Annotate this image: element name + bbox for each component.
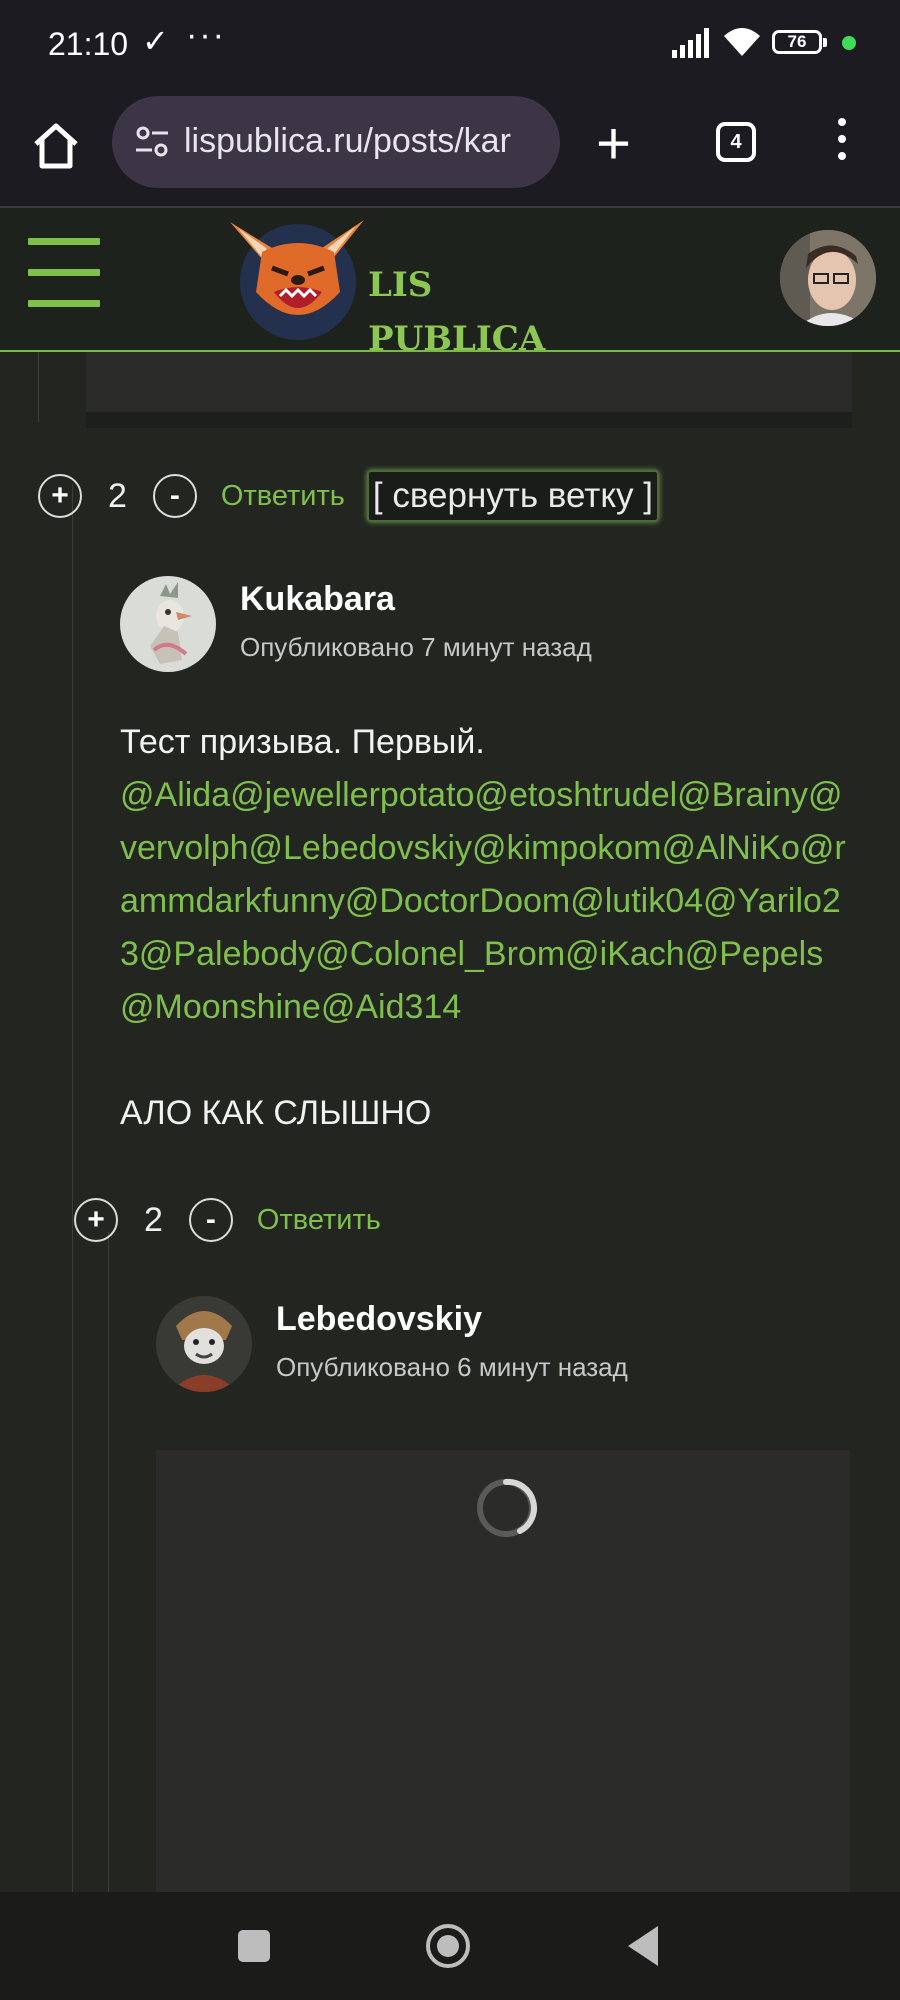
- system-nav-bar: [0, 1892, 900, 2000]
- published-time: Опубликовано 7 минут назад: [240, 632, 592, 662]
- reply-link[interactable]: Ответить: [221, 480, 345, 513]
- url-text[interactable]: lispublica.ru/posts/kar: [184, 122, 511, 161]
- vote-count: 2: [108, 476, 127, 515]
- clock: 21:10: [48, 26, 129, 62]
- new-tab-button[interactable]: +: [596, 114, 631, 174]
- lebedovskiy-avatar-icon: [156, 1296, 252, 1392]
- user-photo-icon: [780, 230, 876, 326]
- thread-line: [72, 484, 73, 1892]
- avatar[interactable]: [120, 576, 216, 672]
- loading-spinner-icon: [477, 1478, 538, 1537]
- privacy-indicator-icon: [842, 36, 856, 50]
- site-logo-text[interactable]: LIS PUBLICA: [368, 258, 545, 366]
- site-settings-icon[interactable]: [134, 124, 170, 160]
- comment-body: Тест призыва. Первый. @Alida@jewellerpot…: [120, 716, 848, 1140]
- kukabara-avatar-icon: [120, 576, 216, 672]
- fox-logo-icon[interactable]: [222, 212, 372, 342]
- check-icon: ✓: [142, 23, 169, 59]
- recents-button[interactable]: [238, 1930, 270, 1962]
- battery-icon: 76: [772, 30, 827, 54]
- previous-comment-media: [86, 352, 852, 428]
- downvote-button[interactable]: -: [188, 1198, 233, 1242]
- author-name[interactable]: Kukabara: [240, 580, 395, 619]
- home-button[interactable]: [426, 1924, 470, 1968]
- mentions-list[interactable]: @Alida@jewellerpotato@etoshtrudel@Brainy…: [120, 769, 848, 1034]
- upvote-button[interactable]: +: [74, 1198, 118, 1242]
- browser-menu-icon[interactable]: [836, 118, 848, 170]
- home-icon[interactable]: [30, 120, 82, 172]
- user-avatar[interactable]: [780, 230, 876, 326]
- avatar[interactable]: [156, 1296, 252, 1392]
- thread-line: [38, 352, 39, 422]
- vote-count: 2: [144, 1200, 163, 1239]
- downvote-button[interactable]: -: [152, 474, 197, 518]
- upvote-button[interactable]: +: [38, 474, 82, 518]
- collapse-thread-button[interactable]: [ свернуть ветку ]: [366, 470, 659, 522]
- author-name[interactable]: Lebedovskiy: [276, 1300, 482, 1339]
- thread-line: [108, 1232, 109, 1892]
- reply-link[interactable]: Ответить: [257, 1204, 381, 1237]
- comment-text: АЛО КАК СЛЫШНО: [120, 1094, 432, 1132]
- published-time: Опубликовано 6 минут назад: [276, 1352, 628, 1382]
- parent-vote-row: + 2 - Ответить [ свернуть ветку ]: [38, 466, 659, 526]
- comment-vote-row: + 2 - Ответить: [74, 1190, 381, 1250]
- back-button[interactable]: [628, 1926, 658, 1966]
- browser-toolbar: lispublica.ru/posts/kar + 4: [0, 92, 900, 208]
- wifi-icon: [724, 28, 760, 56]
- tab-switcher-button[interactable]: 4: [716, 122, 756, 162]
- logo-line-1: LIS: [368, 265, 433, 305]
- status-bar: 21:10 ✓ ··· 76: [0, 0, 900, 92]
- hamburger-menu-icon[interactable]: [28, 238, 100, 308]
- media-placeholder: [156, 1450, 850, 1892]
- comment-kukabara: Kukabara Опубликовано 7 минут назад: [120, 576, 860, 676]
- site-header: LIS PUBLICA: [0, 208, 900, 359]
- comment-lebedovskiy: Lebedovskiy Опубликовано 6 минут назад: [156, 1296, 856, 1396]
- more-notifications-icon: ···: [186, 16, 226, 54]
- comment-text: Тест призыва. Первый.: [120, 723, 485, 761]
- signal-icon: [672, 28, 709, 58]
- comments-thread: + 2 - Ответить [ свернуть ветку ] Kukaba…: [0, 352, 900, 1892]
- address-bar[interactable]: lispublica.ru/posts/kar: [112, 96, 560, 188]
